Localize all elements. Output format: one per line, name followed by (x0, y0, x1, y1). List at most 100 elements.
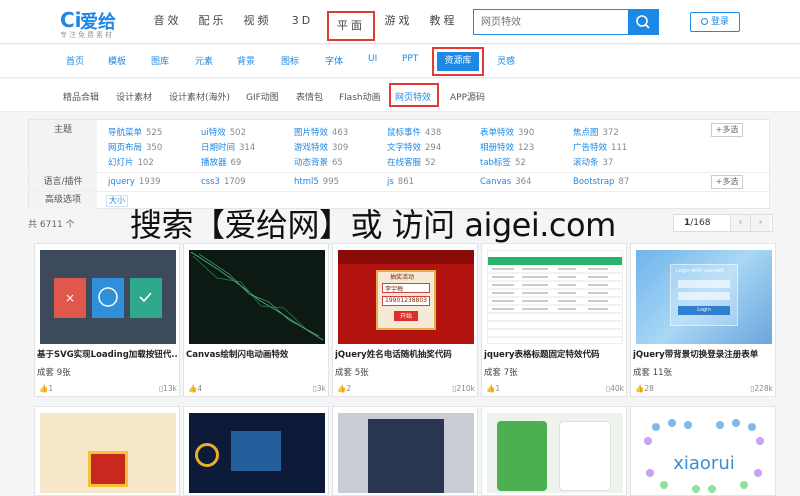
theme-multi-select-button[interactable]: +多选 (711, 123, 743, 137)
resource-card[interactable]: Canvas绘制闪电动画特效 👍4 ▯3k (183, 243, 329, 397)
page-indicator: 1/168 (684, 218, 711, 228)
subnav-font[interactable]: 字体 (325, 54, 343, 67)
resource-card[interactable]: jquery表格标题固定特效代码 成套 7张 👍1 ▯40k (481, 243, 627, 397)
lang-multi-select-button[interactable]: +多选 (711, 175, 743, 189)
file-size: ▯228k (750, 384, 773, 393)
resource-card[interactable]: 抽奖活动 李宇梅 19901238803 开始 jQuery姓名电话随机抽奖代码… (332, 243, 478, 397)
filter-item[interactable]: jquery 1939 (108, 177, 161, 187)
pager: 1/168 ‹ › (673, 214, 773, 232)
filter-item[interactable]: tab标签 52 (480, 156, 526, 168)
login-button[interactable]: 登录 (690, 12, 740, 32)
cat-emoji[interactable]: 表情包 (296, 90, 323, 103)
cat-web-effects[interactable]: 网页特效 (395, 90, 431, 103)
card-footer: 👍1 ▯13k (35, 382, 181, 396)
like-count: 👍28 (635, 384, 654, 393)
size-option[interactable]: 大小 (106, 195, 128, 207)
subnav-resource[interactable]: 资源库 (437, 52, 479, 71)
card-thumbnail (487, 413, 623, 493)
nav-sound[interactable]: 音效 (150, 0, 185, 44)
logo[interactable]: Ci 爱给 专注免费素材 (60, 6, 140, 40)
nav-graphic[interactable]: 平面 (327, 11, 375, 41)
filter-divider (29, 191, 771, 192)
subnav-resource-highlight: 资源库 (432, 47, 484, 76)
search-button[interactable] (628, 10, 658, 34)
cat-app-source[interactable]: APP源码 (450, 90, 485, 103)
subnav-ui[interactable]: UI (368, 54, 377, 64)
filter-item[interactable]: 导航菜单 525 (108, 126, 162, 138)
nav-music[interactable]: 配乐 (195, 0, 230, 44)
resource-card[interactable]: xiaorui (630, 406, 776, 496)
watermark-text: 搜索【爱给网】或 访问 aigei.com (130, 206, 616, 244)
filter-item[interactable]: css3 1709 (201, 177, 246, 187)
filter-adv-label: 高级选项 (29, 192, 97, 209)
subnav-template[interactable]: 模板 (108, 54, 126, 67)
sub-nav: 首页 模板 图库 元素 背景 图标 字体 UI PPT 资源库 灵感 (0, 45, 800, 78)
filter-item[interactable]: 鼠标事件 438 (387, 126, 441, 138)
card-title[interactable]: jquery表格标题固定特效代码 (484, 348, 624, 360)
nav-tutorial[interactable]: 教程 (426, 0, 461, 44)
filter-item[interactable]: 图片特效 463 (294, 126, 348, 138)
card-title[interactable]: Canvas绘制闪电动画特效 (186, 348, 326, 360)
resource-card[interactable] (332, 406, 478, 496)
subnav-element[interactable]: 元素 (195, 54, 213, 67)
nav-3d[interactable]: 3D (285, 0, 320, 44)
cat-collection[interactable]: 精品合辑 (63, 90, 99, 103)
resource-card[interactable] (34, 406, 180, 496)
nav-game[interactable]: 游戏 (381, 0, 416, 44)
filter-item[interactable]: 相册特效 123 (480, 141, 534, 153)
filter-item[interactable]: 网页布局 350 (108, 141, 162, 153)
file-size: ▯13k (158, 384, 177, 393)
resource-card[interactable] (481, 406, 627, 496)
card-sub: 成套 9张 (37, 368, 71, 378)
subnav-home[interactable]: 首页 (66, 54, 84, 67)
filter-item[interactable]: js 861 (387, 177, 414, 187)
filter-item[interactable]: ui特效 502 (201, 126, 246, 138)
nav-video[interactable]: 视频 (240, 0, 275, 44)
card-thumbnail: xiaorui (636, 413, 772, 493)
subnav-background[interactable]: 背景 (237, 54, 255, 67)
logo-mark: Ci (60, 8, 82, 32)
lottery-button: 开始 (394, 311, 418, 321)
cat-design[interactable]: 设计素材 (116, 90, 152, 103)
cat-design-overseas[interactable]: 设计素材(海外) (169, 90, 230, 103)
card-thumbnail (40, 413, 176, 493)
lottery-phone: 19901238803 (382, 296, 430, 306)
subnav-gallery[interactable]: 图库 (151, 54, 169, 67)
subnav-ppt[interactable]: PPT (402, 54, 418, 64)
prev-page-button[interactable]: ‹ (730, 215, 750, 231)
filter-item[interactable]: Canvas 364 (480, 177, 531, 187)
subnav-inspiration[interactable]: 灵感 (497, 54, 515, 67)
resource-card[interactable]: Login with yourself Login jQuery带背景切换登录注… (630, 243, 776, 397)
filter-item[interactable]: html5 995 (294, 177, 339, 187)
filter-item[interactable]: 游戏特效 309 (294, 141, 348, 153)
filter-item[interactable]: 文字特效 294 (387, 141, 441, 153)
like-count: 👍4 (188, 384, 203, 393)
card-title[interactable]: 基于SVG实现Loading加载按钮代... (37, 348, 177, 360)
filter-item[interactable]: 焦点图 372 (573, 126, 619, 138)
filter-theme-label: 主题 (29, 120, 97, 172)
search-box (473, 9, 659, 35)
top-bar: Ci 爱给 专注免费素材 音效 配乐 视频 3D 平面 游戏 教程 登录 (0, 0, 800, 44)
filter-item[interactable]: 表单特效 390 (480, 126, 534, 138)
filter-item[interactable]: 广告特效 111 (573, 141, 627, 153)
lottery-name: 李宇梅 (382, 283, 430, 293)
cat-flash[interactable]: Flash动画 (339, 90, 381, 103)
subnav-icon[interactable]: 图标 (281, 54, 299, 67)
filter-item[interactable]: Bootstrap 87 (573, 177, 629, 187)
login-thumb-button: Login (678, 306, 730, 315)
card-title[interactable]: jQuery姓名电话随机抽奖代码 (335, 348, 475, 360)
filter-item[interactable]: 播放器 69 (201, 156, 241, 168)
filter-item[interactable]: 日期时间 314 (201, 141, 255, 153)
file-size: ▯40k (605, 384, 624, 393)
search-input[interactable] (474, 10, 630, 34)
filter-item[interactable]: 滚动条 37 (573, 156, 613, 168)
next-page-button[interactable]: › (750, 215, 770, 231)
card-title[interactable]: jQuery带背景切换登录注册表单 (633, 348, 773, 360)
cat-gif[interactable]: GIF动图 (246, 90, 279, 103)
filter-item[interactable]: 在线客服 52 (387, 156, 436, 168)
resource-card[interactable] (183, 406, 329, 496)
filter-item[interactable]: 幻灯片 102 (108, 156, 154, 168)
filter-item[interactable]: 动态背景 65 (294, 156, 343, 168)
resource-card[interactable]: × 基于SVG实现Loading加载按钮代... 成套 9张 👍1 ▯13k (34, 243, 180, 397)
card-thumbnail (189, 413, 325, 493)
